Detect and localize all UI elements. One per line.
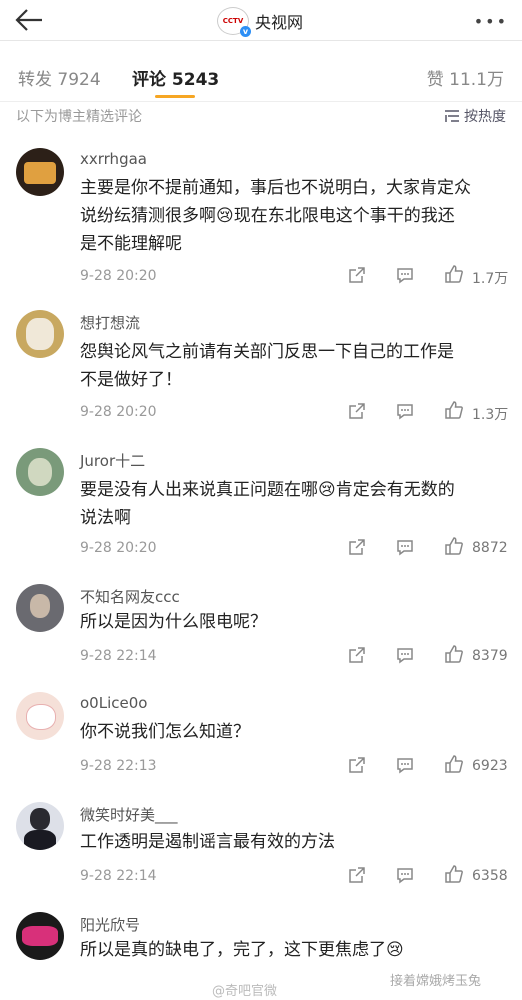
comment-time: 9-28 20:20 xyxy=(80,404,157,420)
filter-row: 以下为博主精选评论 按热度 xyxy=(0,101,522,130)
comment-text: 主要是你不提前通知，事后也不说明白，大家肯定众 说纷纭猜测很多啊😢现在东北限电这… xyxy=(80,174,500,258)
back-arrow-icon[interactable] xyxy=(14,8,44,32)
comment-time: 9-28 20:20 xyxy=(80,268,157,284)
tab-bar: 转发 7924 评论 5243 赞 11.1万 xyxy=(0,41,522,101)
like-count: 1.7万 xyxy=(472,271,509,287)
comment-line: 说纷纭猜测很多啊😢现在东北限电这个事干的我还 xyxy=(80,206,455,226)
comment-line: 说法啊 xyxy=(80,508,131,528)
avatar[interactable] xyxy=(16,802,64,850)
avatar[interactable] xyxy=(16,912,64,960)
logo-text: CCTV xyxy=(222,17,244,25)
verified-icon: v xyxy=(240,26,251,37)
comment-line: 怨舆论风气之前请有关部门反思一下自己的工作是 xyxy=(80,342,454,362)
reply-icon[interactable] xyxy=(396,402,414,420)
top-bar: CCTV v 央视网 ••• xyxy=(0,0,522,41)
tab-like[interactable]: 赞 11.1万 xyxy=(427,65,504,90)
avatar[interactable] xyxy=(16,584,64,632)
share-icon[interactable] xyxy=(348,266,366,284)
comment-username[interactable]: 微笑时好美___ xyxy=(80,804,178,825)
more-icon[interactable]: ••• xyxy=(474,12,508,31)
share-icon[interactable] xyxy=(348,756,366,774)
comment-username[interactable]: o0Lice0o xyxy=(80,694,147,712)
watermark-right: 接着嫦娥烤玉兔 xyxy=(390,974,482,989)
comment-text: 所以是真的缺电了，完了，这下更焦虑了😢 xyxy=(80,936,500,964)
sort-icon xyxy=(445,110,459,122)
avatar[interactable] xyxy=(16,310,64,358)
comment-line: 是不能理解呢 xyxy=(80,234,182,254)
comment-username[interactable]: xxrrhgaa xyxy=(80,150,147,168)
reply-icon[interactable] xyxy=(396,756,414,774)
like-icon[interactable] xyxy=(444,264,464,284)
active-tab-indicator xyxy=(155,95,195,98)
comment-text: 你不说我们怎么知道？ xyxy=(80,718,500,746)
like-count: 8379 xyxy=(472,648,508,664)
comment-username[interactable]: 不知名网友ccc xyxy=(80,586,180,607)
comment-time: 9-28 22:13 xyxy=(80,758,157,774)
comment-time: 9-28 20:20 xyxy=(80,540,157,556)
like-icon[interactable] xyxy=(444,754,464,774)
reply-icon[interactable] xyxy=(396,266,414,284)
tab-comment[interactable]: 评论 5243 xyxy=(132,65,219,90)
share-icon[interactable] xyxy=(348,866,366,884)
cctv-logo: CCTV v xyxy=(217,7,251,37)
comment-time: 9-28 22:14 xyxy=(80,868,157,884)
avatar[interactable] xyxy=(16,448,64,496)
like-icon[interactable] xyxy=(444,644,464,664)
sort-label: 按热度 xyxy=(464,109,506,125)
comment-time: 9-28 22:14 xyxy=(80,648,157,664)
like-count: 8872 xyxy=(472,540,508,556)
share-icon[interactable] xyxy=(348,538,366,556)
like-count: 6923 xyxy=(472,758,508,774)
share-icon[interactable] xyxy=(348,402,366,420)
account-brand[interactable]: CCTV v 央视网 xyxy=(217,7,304,37)
comment-line: 所以是因为什么限电呢？ xyxy=(80,612,267,632)
like-count: 1.3万 xyxy=(472,407,509,423)
filter-label: 以下为博主精选评论 xyxy=(16,109,142,125)
share-icon[interactable] xyxy=(348,646,366,664)
tab-repost[interactable]: 转发 7924 xyxy=(18,65,101,90)
watermark-left: @奇吧官微 xyxy=(212,984,278,999)
reply-icon[interactable] xyxy=(396,538,414,556)
comment-text: 要是没有人出来说真正问题在哪😢肯定会有无数的 说法啊 xyxy=(80,476,500,532)
sort-button[interactable]: 按热度 xyxy=(444,106,506,126)
comment-line: 所以是真的缺电了，完了，这下更焦虑了😢 xyxy=(80,940,404,960)
comment-line: 工作透明是遏制谣言最有效的方法 xyxy=(80,832,335,852)
like-count: 6358 xyxy=(472,868,508,884)
account-name: 央视网 xyxy=(255,13,304,32)
comment-text: 工作透明是遏制谣言最有效的方法 xyxy=(80,828,500,856)
reply-icon[interactable] xyxy=(396,866,414,884)
like-icon[interactable] xyxy=(444,864,464,884)
comment-line: 要是没有人出来说真正问题在哪😢肯定会有无数的 xyxy=(80,480,455,500)
comment-text: 怨舆论风气之前请有关部门反思一下自己的工作是 不是做好了！ xyxy=(80,338,500,394)
comment-line: 你不说我们怎么知道？ xyxy=(80,722,250,742)
comment-line: 主要是你不提前通知，事后也不说明白，大家肯定众 xyxy=(80,178,471,198)
like-icon[interactable] xyxy=(444,536,464,556)
like-icon[interactable] xyxy=(444,400,464,420)
comment-text: 所以是因为什么限电呢？ xyxy=(80,608,500,636)
comment-username[interactable]: 阳光欣号 xyxy=(80,914,140,935)
avatar[interactable] xyxy=(16,692,64,740)
comment-line: 不是做好了！ xyxy=(80,370,182,390)
comment-username[interactable]: 想打想流 xyxy=(80,312,140,333)
reply-icon[interactable] xyxy=(396,646,414,664)
comment-username[interactable]: Juror十二 xyxy=(80,450,145,471)
avatar[interactable] xyxy=(16,148,64,196)
